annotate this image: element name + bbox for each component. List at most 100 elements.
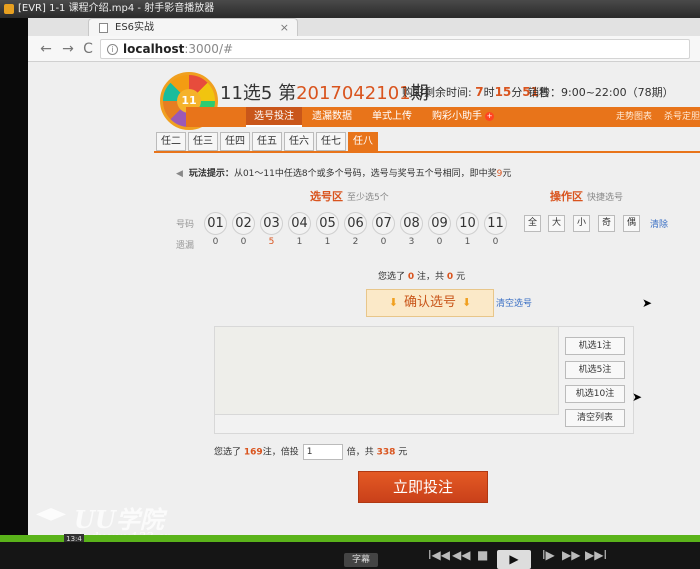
page-title: 11选5 第2017042101期 (220, 79, 429, 105)
tab-ren4[interactable]: 任四 (220, 132, 250, 151)
clear-selection-link[interactable]: 清空选号 (496, 296, 532, 309)
nav-link-trend[interactable]: 走势图表 (616, 107, 652, 127)
select-area-title: 选号区 至少选5个 (310, 188, 389, 204)
miss-value-09: 0 (436, 237, 443, 247)
number-ball-06[interactable]: 06 (344, 212, 367, 235)
quick-big-button[interactable]: 大 (548, 215, 565, 232)
bet-list[interactable] (215, 327, 559, 415)
summary-count: 0 (407, 272, 415, 282)
miss-value-02: 0 (240, 237, 247, 247)
tip-unit: 元 (502, 169, 512, 179)
tab-ren5[interactable]: 任五 (252, 132, 282, 151)
summary-amount: 0 (446, 272, 454, 282)
tip-label: 玩法提示： (188, 169, 234, 179)
nav-item-helper[interactable]: 购彩小助手 + (424, 107, 502, 127)
number-ball-10[interactable]: 10 (456, 212, 479, 235)
tab-title: ES6实战 (115, 22, 155, 33)
nav-item-pick[interactable]: 选号投注 (246, 107, 302, 127)
confirm-label: 确认选号 (403, 295, 456, 310)
number-ball-05[interactable]: 05 (316, 212, 339, 235)
down-arrow-icon: ⬇ (462, 296, 472, 309)
seek-bar[interactable] (0, 535, 700, 542)
op-area-title: 操作区 快捷选号 (550, 188, 623, 204)
fast-forward-icon[interactable]: ▶▶ (562, 548, 580, 562)
number-ball-01[interactable]: 01 (204, 212, 227, 235)
info-icon[interactable]: i (107, 44, 118, 55)
player-app-icon (4, 4, 14, 14)
nav-item-upload[interactable]: 单式上传 (364, 107, 420, 127)
bet-summary-mid2: 倍，共 (346, 447, 374, 458)
nav-item-missing-data[interactable]: 遗漏数据 (304, 107, 360, 127)
main-nav: 选号投注 遗漏数据 单式上传 购彩小助手 + 走势图表 杀号定胆 (186, 107, 700, 127)
tab-ren3[interactable]: 任三 (188, 132, 218, 151)
bet-amount: 338 (376, 447, 396, 458)
miss-value-06: 2 (352, 237, 359, 247)
speaker-icon: ◀ (176, 169, 183, 179)
address-bar-row: ← → C i localhost:3000/# (28, 36, 700, 62)
url-input[interactable]: i localhost:3000/# (100, 39, 690, 59)
selection-summary: 您选了 0 注，共 0 元 (378, 269, 465, 282)
forward-arrow-icon[interactable]: → (60, 41, 76, 57)
sale-info: 销售：9:00~22:00（78期） (528, 86, 674, 99)
subtitle-button[interactable]: 字幕 (344, 553, 378, 567)
nav-link-kill[interactable]: 杀号定胆 (664, 107, 700, 127)
browser-tab-bar: ES6实战 × (28, 18, 700, 36)
tab-close-icon[interactable]: × (280, 19, 289, 36)
number-ball-09[interactable]: 09 (428, 212, 451, 235)
summary-prefix: 您选了 (378, 272, 406, 282)
url-rest: :3000/# (184, 42, 234, 56)
miss-value-01: 0 (212, 237, 219, 247)
miss-value-10: 1 (464, 237, 471, 247)
stop-icon[interactable]: ■ (477, 548, 488, 562)
browser-tab[interactable]: ES6实战 × (88, 18, 298, 36)
countdown-minutes-unit: 分 (511, 86, 523, 99)
tab-ren6[interactable]: 任六 (284, 132, 314, 151)
random-10-button[interactable]: 机选10注 (565, 385, 625, 403)
rewind-icon[interactable]: ◀◀ (452, 548, 470, 562)
number-ball-07[interactable]: 07 (372, 212, 395, 235)
number-ball-03[interactable]: 03 (260, 212, 283, 235)
play-icon[interactable]: ▶ (497, 550, 531, 569)
random-5-button[interactable]: 机选5注 (565, 361, 625, 379)
countdown-label: 购彩剩余时间: (402, 86, 472, 99)
next-icon[interactable]: ▶▶I (585, 548, 607, 562)
clear-list-button[interactable]: 清空列表 (565, 409, 625, 427)
letterbox-left (0, 18, 28, 535)
quick-clear-link[interactable]: 清除 (650, 217, 668, 230)
back-arrow-icon[interactable]: ← (38, 41, 54, 57)
down-arrow-icon: ⬇ (388, 296, 398, 309)
number-ball-02[interactable]: 02 (232, 212, 255, 235)
multiplier-input[interactable]: 1 (302, 444, 343, 460)
quick-odd-button[interactable]: 奇 (598, 215, 615, 232)
tab-ren7[interactable]: 任七 (316, 132, 346, 151)
miss-value-07: 0 (380, 237, 387, 247)
bet-count: 169 (243, 447, 263, 458)
number-ball-08[interactable]: 08 (400, 212, 423, 235)
countdown-minutes: 15 (494, 85, 512, 99)
confirm-selection-button[interactable]: ⬇ 确认选号 ⬇ (366, 289, 494, 317)
row-label-number: 号码 (176, 220, 195, 230)
graduation-cap-icon (36, 508, 66, 521)
number-ball-11[interactable]: 11 (484, 212, 507, 235)
miss-value-05: 1 (324, 237, 331, 247)
random-1-button[interactable]: 机选1注 (565, 337, 625, 355)
bet-summary: 您选了 169注，倍投 1 倍，共 338 元 (214, 444, 407, 460)
reload-icon[interactable]: C (80, 41, 96, 57)
bet-summary-prefix: 您选了 (214, 447, 242, 458)
submit-bet-button[interactable]: 立即投注 (358, 471, 488, 503)
countdown-hours: 7 (475, 85, 484, 99)
mouse-cursor-icon: ➤ (632, 390, 643, 404)
quick-small-button[interactable]: 小 (573, 215, 590, 232)
op-area-label: 操作区 (550, 190, 583, 203)
quick-all-button[interactable]: 全 (524, 215, 541, 232)
bet-cart: 机选1注 机选5注 机选10注 清空列表 (214, 326, 634, 434)
previous-icon[interactable]: I◀◀ (428, 548, 450, 562)
step-forward-icon[interactable]: I▶ (542, 548, 555, 562)
bet-summary-mid1: 注，倍投 (262, 447, 299, 458)
tab-ren2[interactable]: 任二 (156, 132, 186, 151)
player-controls: 字幕 I◀◀ ◀◀ ■ ▶ I▶ ▶▶ ▶▶I (0, 542, 700, 569)
tab-ren8[interactable]: 任八 (348, 132, 378, 151)
quick-even-button[interactable]: 偶 (623, 215, 640, 232)
tip-text: 从01～11中任选8个或多个号码，选号与奖号五个号相同，即中奖 (233, 169, 497, 179)
number-ball-04[interactable]: 04 (288, 212, 311, 235)
